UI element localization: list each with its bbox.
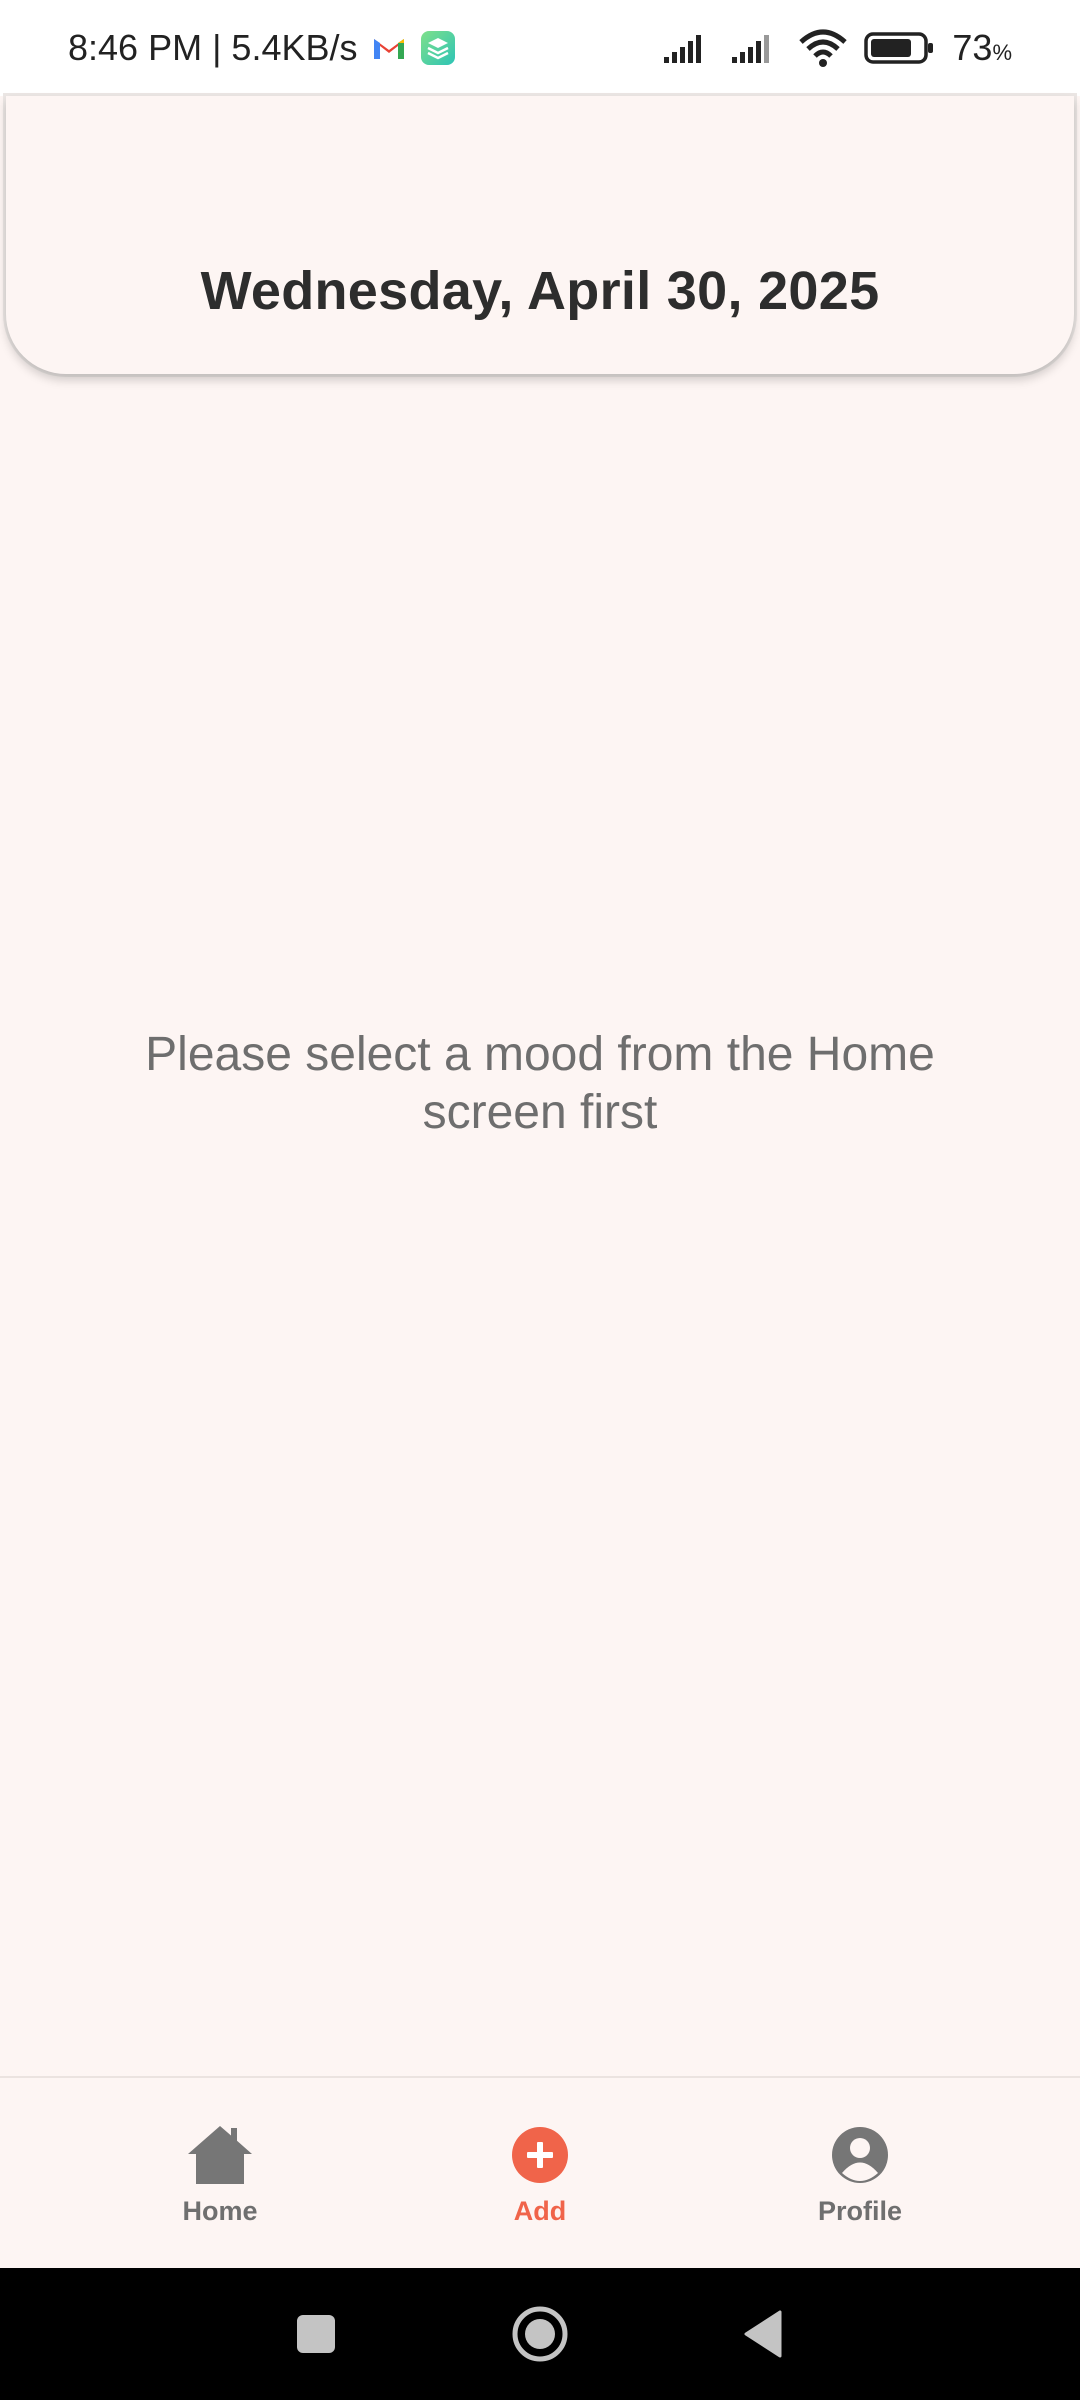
status-left: 8:46 PM | 5.4KB/s: [68, 27, 456, 69]
date-header-card: Wednesday, April 30, 2025: [6, 96, 1074, 374]
recent-apps-icon[interactable]: [284, 2302, 348, 2366]
signal-icon: [732, 35, 770, 63]
page-title-date: Wednesday, April 30, 2025: [200, 261, 880, 321]
nav-label-add: Add: [513, 2195, 567, 2226]
app-layers-icon: [420, 31, 455, 65]
battery-percentage: 73%: [952, 27, 1012, 68]
empty-state-message: Please select a mood from the Home scree…: [145, 1028, 935, 1139]
nav-item-add[interactable]: Add: [440, 2120, 640, 2227]
nav-label-profile: Profile: [817, 2195, 903, 2226]
bottom-navigation: Home Add Profile: [0, 2076, 1080, 2268]
system-navigation-bar: [0, 2268, 1080, 2400]
back-icon[interactable]: [732, 2302, 796, 2366]
nav-label-home: Home: [182, 2195, 258, 2226]
status-time-speed: 8:46 PM | 5.4KB/s: [68, 27, 358, 68]
wifi-icon: [799, 29, 848, 67]
signal-icon: [664, 35, 702, 63]
home-button-icon[interactable]: [508, 2302, 572, 2366]
gmail-icon: [373, 39, 404, 59]
status-bar: 8:46 PM | 5.4KB/s 73%: [0, 0, 1080, 96]
nav-item-home[interactable]: Home: [120, 2120, 320, 2227]
battery-icon: [864, 32, 934, 64]
profile-icon: [832, 2126, 888, 2183]
home-icon: [188, 2125, 252, 2184]
nav-item-profile[interactable]: Profile: [760, 2120, 960, 2227]
add-circle-icon: [512, 2126, 568, 2183]
status-right: 73%: [662, 27, 1012, 69]
app-screen: 8:46 PM | 5.4KB/s 73% Wednesday, April 3…: [0, 0, 1080, 2400]
